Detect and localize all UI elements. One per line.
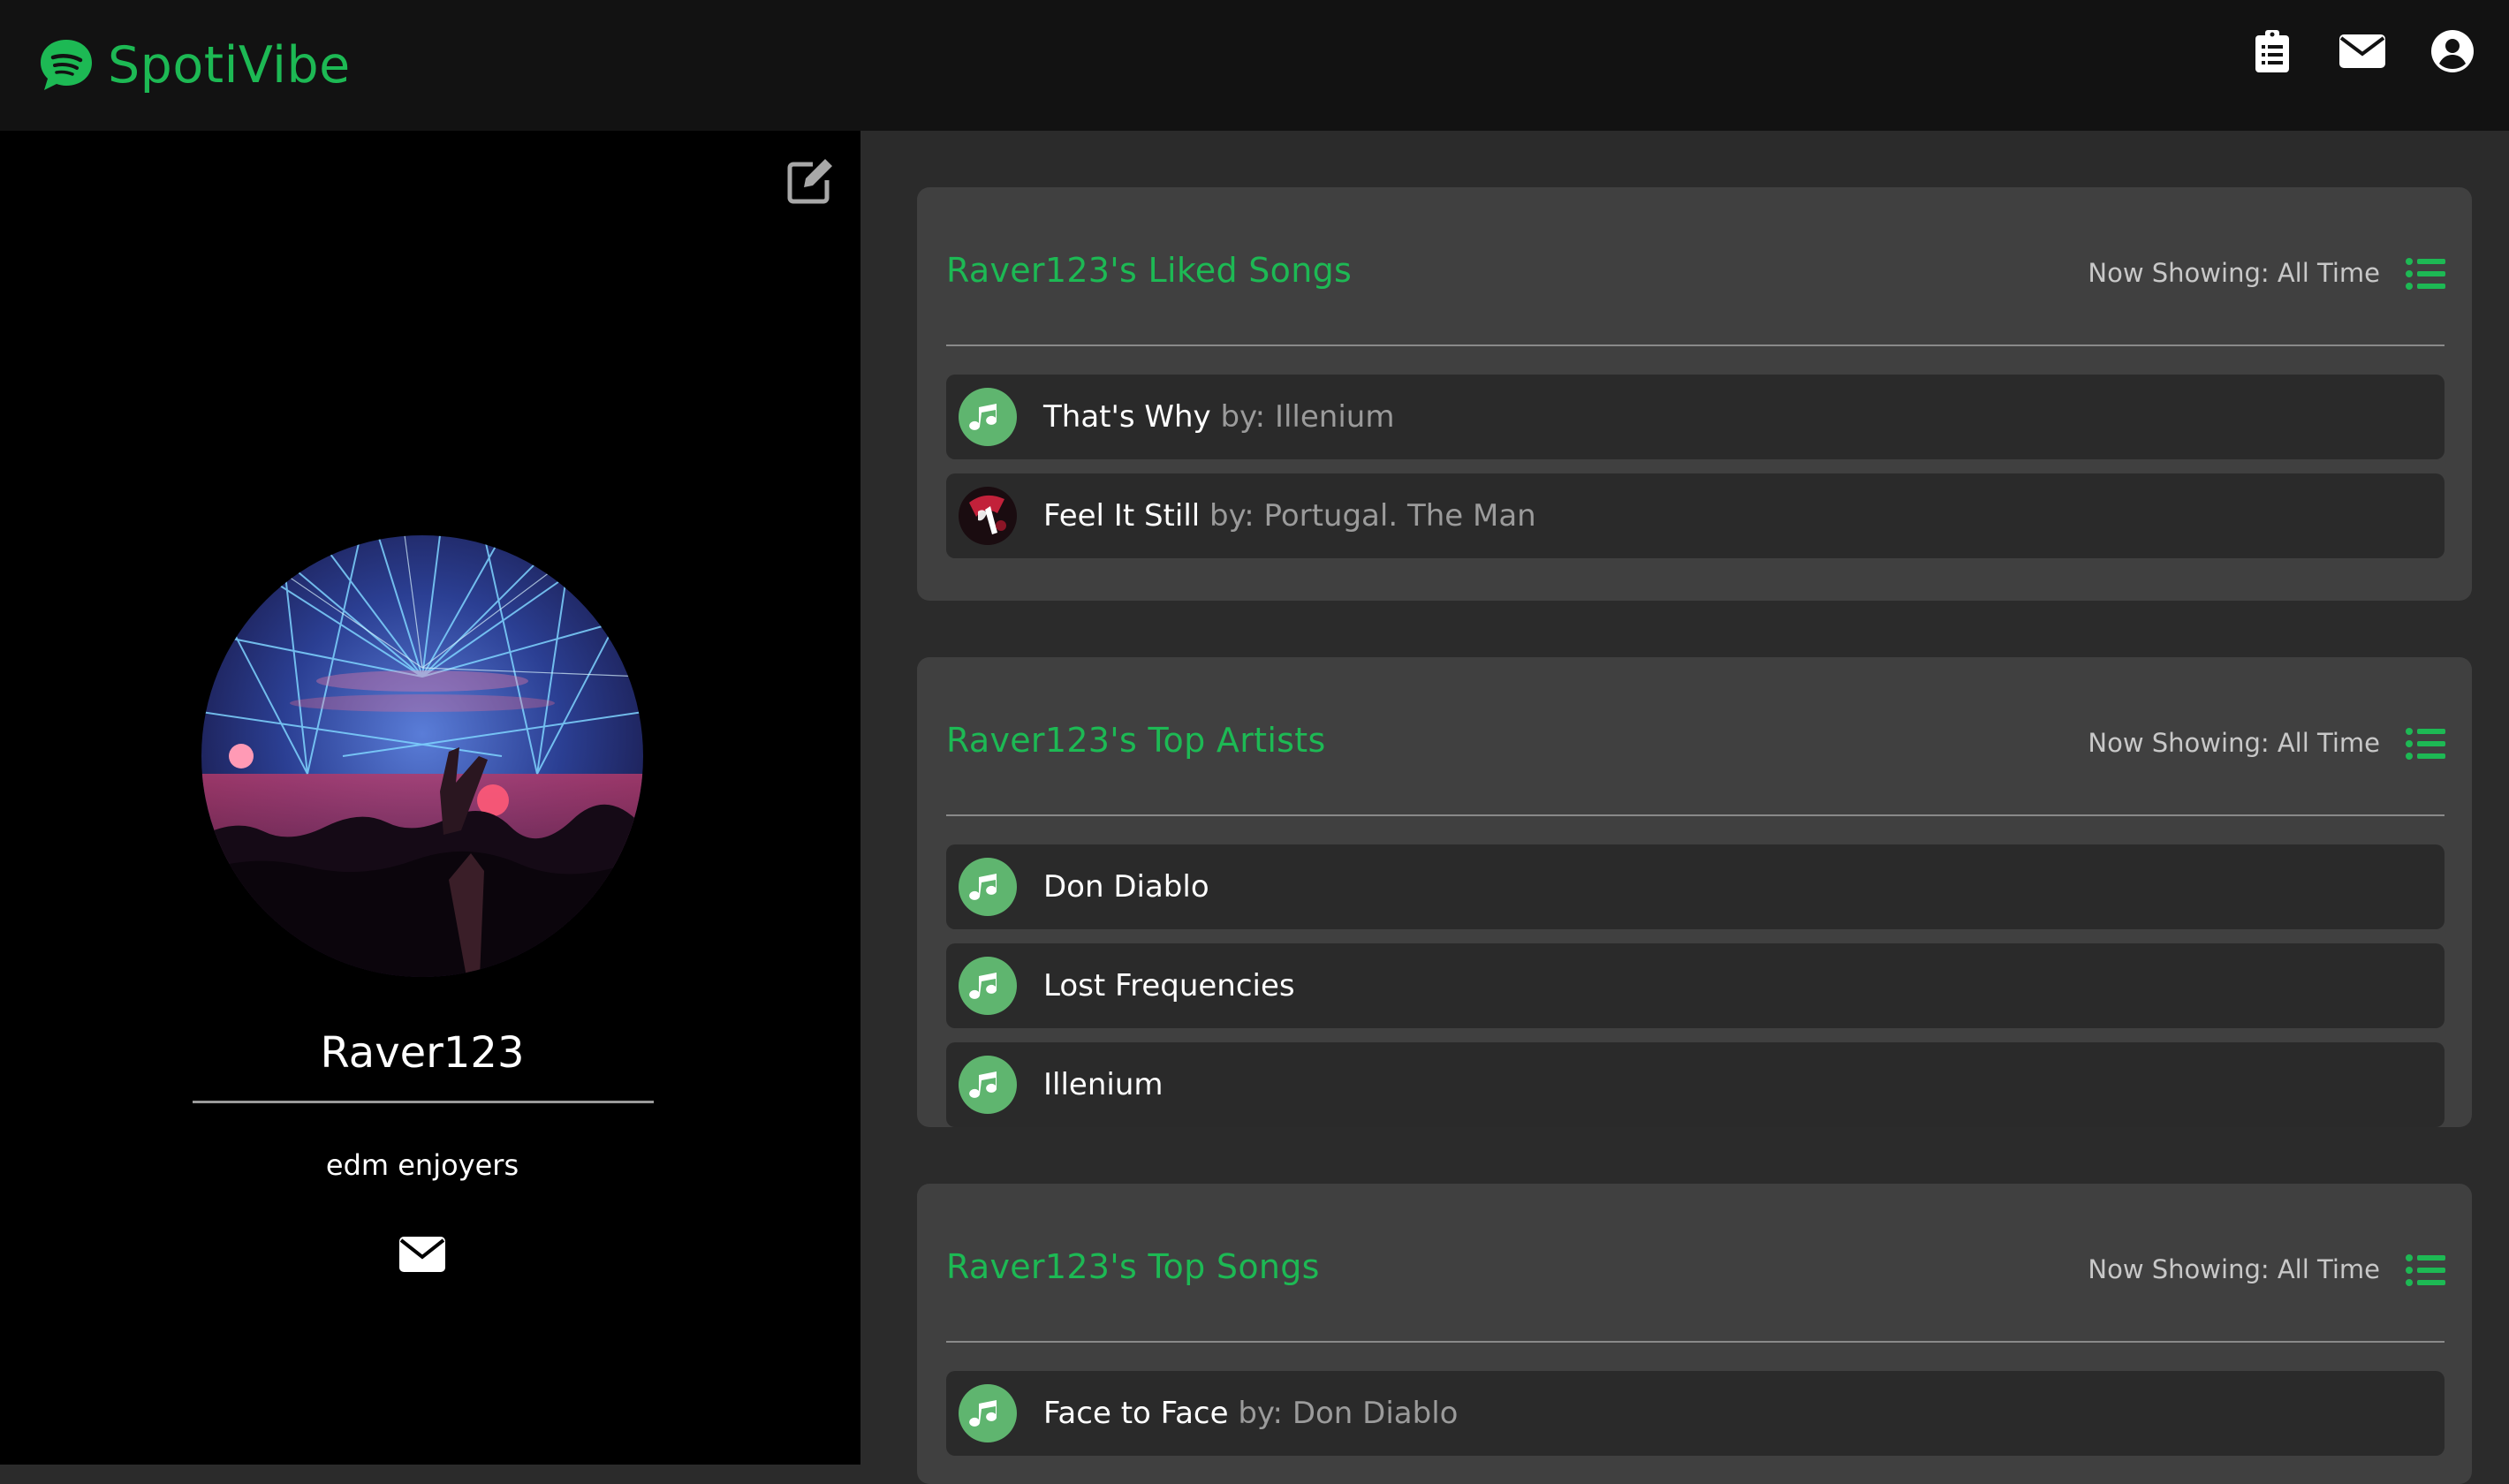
song-entry: Feel It Still by: Portugal. The Man [1043, 473, 1536, 558]
artist-name: Lost Frequencies [1043, 968, 1295, 1003]
list-icon[interactable] [2405, 1253, 2445, 1288]
music-note-icon [959, 1056, 1017, 1114]
top-navbar: SpotiVibe [0, 0, 2509, 131]
user-circle-icon[interactable] [2428, 26, 2477, 76]
profile-avatar [201, 535, 643, 977]
card-divider [946, 344, 2445, 346]
liked-songs-time-range: Now Showing: All Time [2088, 258, 2380, 288]
top-songs-title: Raver123's Top Songs [946, 1247, 1320, 1286]
music-note-icon [959, 957, 1017, 1015]
list-item[interactable]: Feel It Still by: Portugal. The Man [946, 473, 2445, 558]
list-item[interactable]: Don Diablo [946, 844, 2445, 929]
song-entry: That's Why by: Illenium [1043, 375, 1394, 459]
card-divider [946, 814, 2445, 816]
list-icon[interactable] [2405, 256, 2445, 292]
song-artist: by: Portugal. The Man [1209, 498, 1536, 534]
top-artists-card: Raver123's Top Artists Now Showing: All … [917, 657, 2472, 1127]
profile-bio: edm enjoyers [325, 1148, 519, 1182]
edit-icon[interactable] [786, 157, 836, 205]
song-name: Feel It Still [1043, 498, 1201, 534]
list-item[interactable]: That's Why by: Illenium [946, 375, 2445, 459]
concert-lasers-avatar [201, 535, 643, 977]
song-name: Face to Face [1043, 1396, 1229, 1431]
brand-name: SpotiVibe [108, 36, 351, 95]
card-divider [946, 1341, 2445, 1343]
nav-icon-group [2247, 26, 2477, 76]
song-artist: by: Don Diablo [1238, 1396, 1459, 1431]
top-artists-title: Raver123's Top Artists [946, 721, 1326, 760]
music-note-icon [959, 858, 1017, 916]
profile-username: Raver123 [320, 1028, 525, 1078]
song-artist: by: Illenium [1220, 399, 1395, 435]
clipboard-list-icon[interactable] [2247, 26, 2297, 76]
artist-name: Illenium [1043, 1067, 1164, 1102]
spotify-logo-icon [41, 40, 92, 90]
liked-songs-title: Raver123's Liked Songs [946, 251, 1353, 290]
top-songs-time-range: Now Showing: All Time [2088, 1254, 2380, 1284]
list-item[interactable]: Lost Frequencies [946, 943, 2445, 1028]
brand-link[interactable]: SpotiVibe [39, 28, 351, 102]
username-divider [193, 1101, 654, 1103]
top-artists-time-range: Now Showing: All Time [2088, 728, 2380, 758]
envelope-icon[interactable] [2338, 26, 2387, 76]
song-entry: Face to Face by: Don Diablo [1043, 1371, 1458, 1456]
music-note-icon [959, 1384, 1017, 1442]
top-songs-card: Raver123's Top Songs Now Showing: All Ti… [917, 1184, 2472, 1484]
song-name: That's Why [1043, 399, 1211, 435]
envelope-icon[interactable] [399, 1237, 445, 1272]
album-art-icon [959, 487, 1017, 545]
profile-sidebar: Raver123 edm enjoyers [0, 131, 860, 1465]
list-item[interactable]: Illenium [946, 1042, 2445, 1127]
liked-songs-card: Raver123's Liked Songs Now Showing: All … [917, 187, 2472, 601]
list-item[interactable]: Face to Face by: Don Diablo [946, 1371, 2445, 1456]
list-icon[interactable] [2405, 726, 2445, 761]
artist-name: Don Diablo [1043, 869, 1209, 905]
music-note-icon [959, 388, 1017, 446]
